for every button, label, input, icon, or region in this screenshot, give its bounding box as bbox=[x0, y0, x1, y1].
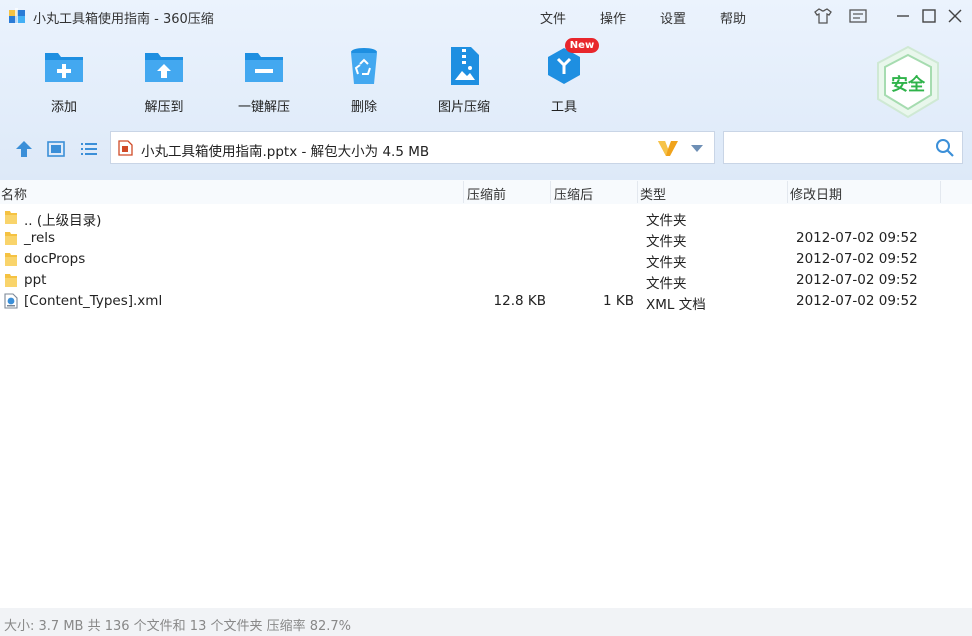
tools-label: 工具 bbox=[550, 100, 577, 115]
file-type: 文件夹 bbox=[646, 255, 687, 271]
list-view-icon[interactable] bbox=[78, 138, 100, 160]
recycle-bin-icon bbox=[351, 48, 377, 84]
title-bar: 小丸工具箱使用指南 - 360压缩 文件 操作 设置 帮助 bbox=[0, 0, 972, 32]
column-divider[interactable] bbox=[787, 181, 788, 203]
app-logo-icon bbox=[9, 8, 25, 24]
feedback-icon[interactable] bbox=[848, 6, 868, 26]
file-name: _rels bbox=[24, 230, 56, 246]
status-summary: 大小: 3.7 MB 共 136 个文件和 13 个文件夹 压缩率 82.7% bbox=[4, 619, 352, 634]
archive-path-text: 小丸工具箱使用指南.pptx - 解包大小为 4.5 MB bbox=[141, 144, 430, 160]
file-size-before: 12.8 KB bbox=[493, 293, 546, 309]
status-bar: 大小: 3.7 MB 共 136 个文件和 13 个文件夹 压缩率 82.7% bbox=[0, 608, 972, 636]
file-type: 文件夹 bbox=[646, 234, 687, 250]
file-name: docProps bbox=[24, 251, 86, 267]
column-divider[interactable] bbox=[463, 181, 464, 203]
pptx-file-icon bbox=[118, 140, 133, 156]
up-arrow-icon[interactable] bbox=[13, 138, 35, 160]
delete-button[interactable]: 删除 bbox=[324, 44, 404, 116]
one-click-extract-label: 一键解压 bbox=[237, 100, 290, 115]
folder-icon bbox=[5, 232, 17, 245]
menu-file[interactable]: 文件 bbox=[540, 8, 566, 27]
one-click-extract-button[interactable]: 一键解压 bbox=[224, 44, 304, 116]
window-title: 小丸工具箱使用指南 - 360压缩 bbox=[33, 12, 214, 27]
extract-folder-icon bbox=[145, 53, 183, 82]
column-divider[interactable] bbox=[637, 181, 638, 203]
menu-help[interactable]: 帮助 bbox=[720, 8, 746, 27]
search-icon[interactable] bbox=[935, 138, 955, 158]
folder-icon bbox=[5, 274, 17, 287]
close-icon[interactable] bbox=[945, 6, 965, 26]
file-date: 2012-07-02 09:52 bbox=[796, 293, 918, 309]
minimize-icon[interactable] bbox=[893, 6, 913, 26]
menu-settings[interactable]: 设置 bbox=[660, 8, 686, 27]
xml-file-icon bbox=[4, 293, 18, 309]
table-row[interactable]: .. (上级目录) 文件夹 bbox=[0, 207, 972, 229]
search-input[interactable] bbox=[728, 136, 932, 161]
column-before[interactable]: 压缩前 bbox=[467, 184, 506, 203]
table-row[interactable]: ppt 文件夹 2012-07-02 09:52 bbox=[0, 270, 972, 292]
image-compress-button[interactable]: 图片压缩 bbox=[424, 44, 504, 116]
add-label: 添加 bbox=[50, 100, 77, 115]
column-type[interactable]: 类型 bbox=[640, 184, 666, 203]
safe-shield-button[interactable]: 安全 bbox=[874, 44, 942, 120]
column-name[interactable]: 名称 bbox=[1, 184, 27, 203]
file-type: 文件夹 bbox=[646, 276, 687, 292]
maximize-icon[interactable] bbox=[919, 6, 939, 26]
address-bar[interactable]: 小丸工具箱使用指南.pptx - 解包大小为 4.5 MB bbox=[110, 131, 715, 164]
safe-label: 安全 bbox=[891, 75, 925, 95]
menu-operate[interactable]: 操作 bbox=[600, 8, 626, 27]
skin-shirt-icon[interactable] bbox=[813, 6, 833, 26]
column-after[interactable]: 压缩后 bbox=[554, 184, 593, 203]
file-name: ppt bbox=[24, 272, 47, 288]
one-click-extract-icon bbox=[245, 53, 283, 82]
column-divider[interactable] bbox=[940, 181, 941, 203]
thumbnail-view-icon[interactable] bbox=[45, 138, 67, 160]
column-modified[interactable]: 修改日期 bbox=[790, 184, 842, 203]
file-type: XML 文档 bbox=[646, 297, 706, 313]
extract-to-label: 解压到 bbox=[144, 100, 184, 115]
file-type: 文件夹 bbox=[646, 213, 687, 229]
search-box[interactable] bbox=[723, 131, 963, 164]
chevron-down-icon[interactable] bbox=[689, 142, 705, 154]
image-compress-label: 图片压缩 bbox=[437, 100, 490, 115]
add-folder-icon bbox=[45, 53, 83, 82]
file-date: 2012-07-02 09:52 bbox=[796, 251, 918, 267]
tools-button[interactable]: 工具 bbox=[524, 44, 604, 116]
folder-icon bbox=[5, 211, 17, 224]
add-button[interactable]: 添加 bbox=[24, 44, 104, 116]
delete-label: 删除 bbox=[350, 100, 377, 115]
file-date: 2012-07-02 09:52 bbox=[796, 272, 918, 288]
extract-to-button[interactable]: 解压到 bbox=[124, 44, 204, 116]
file-list-header: 名称 压缩前 压缩后 类型 修改日期 bbox=[0, 180, 972, 204]
image-zip-icon bbox=[451, 47, 479, 85]
v-logo-icon[interactable] bbox=[656, 138, 680, 158]
table-row[interactable]: docProps 文件夹 2012-07-02 09:52 bbox=[0, 249, 972, 271]
file-size-after: 1 KB bbox=[603, 293, 634, 309]
new-badge: New bbox=[565, 38, 599, 53]
file-name: [Content_Types].xml bbox=[24, 293, 163, 309]
table-row[interactable]: _rels 文件夹 2012-07-02 09:52 bbox=[0, 228, 972, 250]
file-name: .. (上级目录) bbox=[24, 213, 102, 229]
table-row[interactable]: [Content_Types].xml 12.8 KB 1 KB XML 文档 … bbox=[0, 291, 972, 313]
file-date: 2012-07-02 09:52 bbox=[796, 230, 918, 246]
column-divider[interactable] bbox=[550, 181, 551, 203]
folder-icon bbox=[5, 253, 17, 266]
